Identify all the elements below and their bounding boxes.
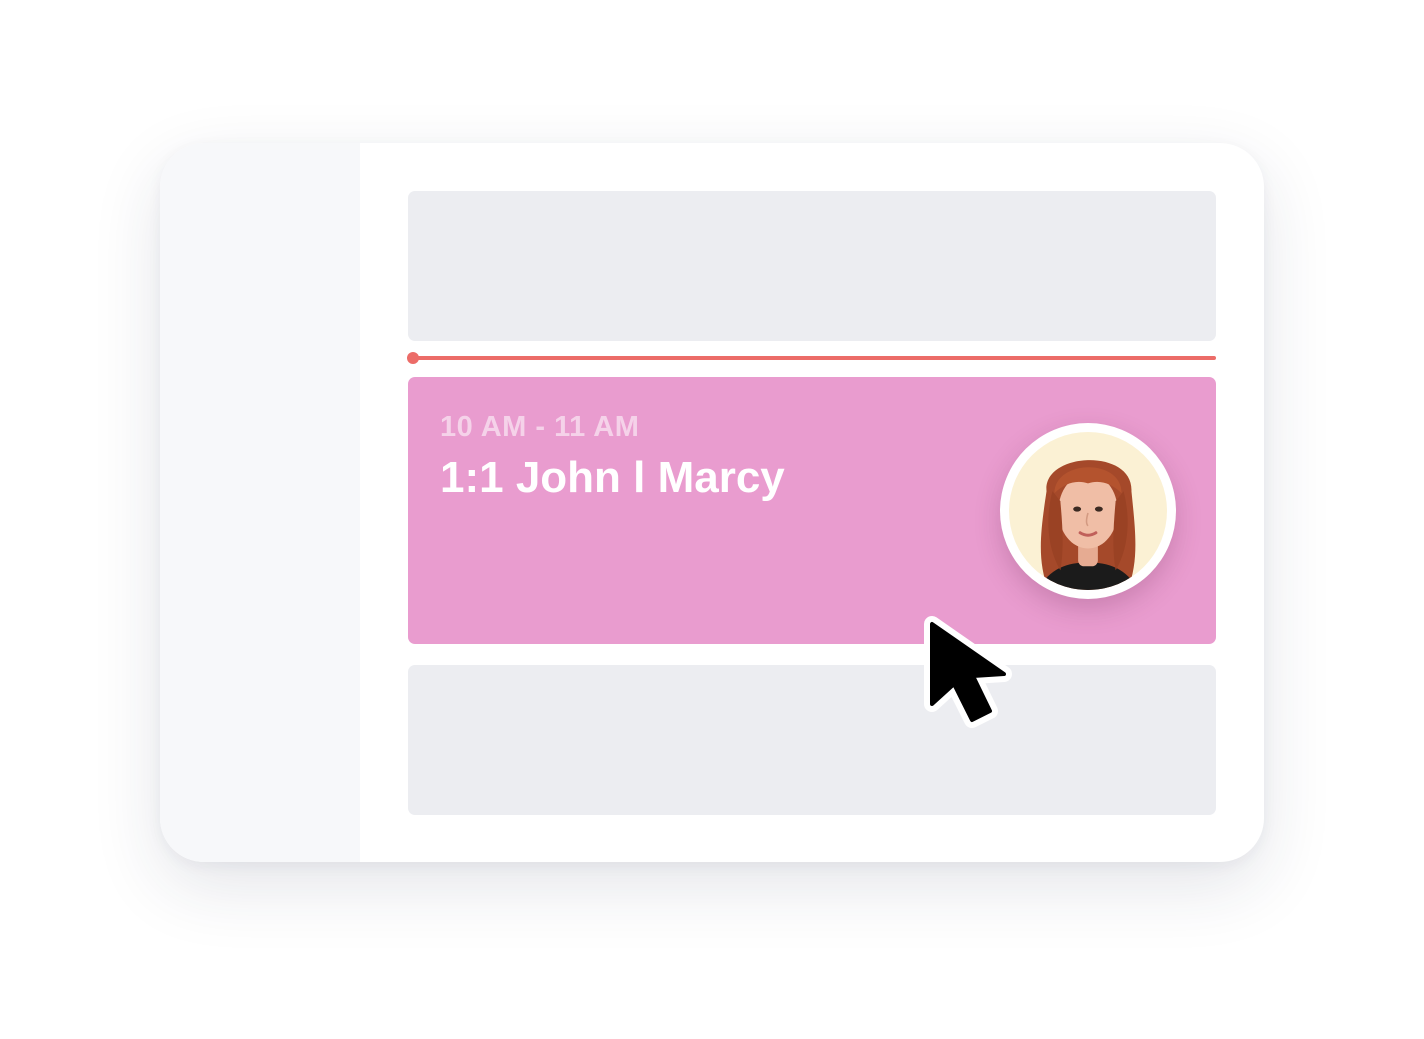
- attendee-avatar[interactable]: [1000, 423, 1176, 599]
- mouse-pointer-icon: [924, 616, 1012, 728]
- empty-time-slot[interactable]: [408, 665, 1216, 815]
- event-title: 1:1 John l Marcy: [440, 453, 785, 502]
- stage: 10 AM - 11 AM 1:1 John l Marcy: [0, 0, 1424, 1039]
- event-time-range: 10 AM - 11 AM: [440, 411, 640, 443]
- empty-time-slot[interactable]: [408, 191, 1216, 341]
- calendar-card: 10 AM - 11 AM 1:1 John l Marcy: [160, 143, 1264, 862]
- avatar-photo: [1009, 432, 1167, 590]
- calendar-event[interactable]: 10 AM - 11 AM 1:1 John l Marcy: [408, 377, 1216, 644]
- calendar-sidebar: [160, 143, 360, 862]
- current-time-line: [413, 356, 1216, 360]
